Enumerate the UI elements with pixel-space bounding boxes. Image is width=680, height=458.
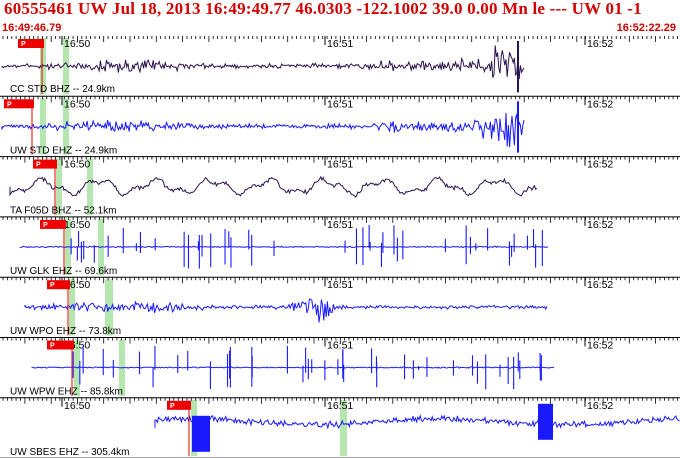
trace-label: UW WPW EHZ -- 85.8km (10, 387, 123, 398)
waveform (154, 414, 680, 430)
minute-label: 16:50 (64, 159, 90, 171)
waveform (24, 298, 548, 323)
trace-panel[interactable]: 16:50 16:51 16:52 P CC STD BHZ -- 24.9km (0, 36, 680, 97)
trace-label: UW SBES EHZ -- 305.4km (10, 447, 129, 458)
minute-label: 16:51 (327, 400, 353, 412)
waveform (1, 45, 525, 80)
minute-label: 16:50 (64, 219, 90, 231)
svg-text:P: P (50, 282, 55, 289)
waveform-burst (538, 403, 553, 440)
seismogram-panel[interactable]: 16:50 16:51 16:52PCC STD BHZ -- 24.9km16:5… (0, 36, 680, 458)
trace-panel[interactable]: 16:50 16:51 16:52 P UW STD EHZ -- 24.9km (0, 96, 680, 158)
waveform (31, 366, 555, 369)
svg-text:P: P (7, 101, 12, 108)
trace-label: UW STD EHZ -- 24.9km (10, 145, 117, 156)
trace-panel[interactable]: 16:50 16:51 16:52 P TA F05D BHZ -- 52.1km (0, 156, 680, 218)
svg-text:P: P (36, 162, 41, 169)
trace-panel[interactable]: 16:50 16:51 16:52 P UW GLK EHZ -- 69.6km (0, 216, 680, 278)
minute-label: 16:52 (587, 340, 613, 352)
minute-label: 16:52 (587, 400, 613, 412)
minute-label: 16:52 (587, 38, 613, 50)
minute-label: 16:51 (327, 340, 353, 352)
minute-label: 16:50 (64, 98, 90, 110)
trace-label: CC STD BHZ -- 24.9km (10, 84, 115, 95)
minute-label: 16:52 (587, 279, 613, 291)
window-end-time: 16:52:22.29 (616, 22, 676, 34)
trace-label: UW GLK EHZ -- 69.6km (10, 266, 117, 277)
event-title: 60555461 UW Jul 18, 2013 16:49:49.77 46.… (4, 0, 642, 18)
minute-label: 16:51 (327, 159, 353, 171)
svg-text:P: P (21, 41, 26, 48)
trace-panel[interactable]: 16:50 16:51 16:52PUW WPW EHZ -- 85.8km (0, 337, 680, 399)
minute-label: 16:51 (327, 219, 353, 231)
trace-label: UW WPO EHZ -- 73.8km (10, 326, 121, 337)
minute-label: 16:51 (327, 98, 353, 110)
trace-panel[interactable]: 16:50 16:51 16:52 P UW SBES EHZ -- 305.4km (0, 397, 680, 458)
waveform (1, 112, 525, 148)
svg-text:P: P (43, 222, 48, 229)
minute-label: 16:52 (587, 219, 613, 231)
trace-label: TA F05D BHZ -- 52.1km (10, 206, 117, 217)
minute-label: 16:51 (327, 38, 353, 50)
window-start-time: 16:49:46.79 (2, 22, 62, 34)
minute-label: 16:51 (327, 279, 353, 291)
minute-label: 16:50 (64, 400, 90, 412)
event-header: 60555461 UW Jul 18, 2013 16:49:49.77 46.… (0, 0, 680, 36)
minute-label: 16:52 (587, 159, 613, 171)
minute-label: 16:50 (64, 38, 90, 50)
minute-label: 16:52 (587, 98, 613, 110)
waveform-burst (192, 415, 210, 452)
svg-text:P: P (170, 403, 175, 410)
p-pick-marker[interactable]: P (167, 400, 191, 457)
trace-panel[interactable]: 16:50 16:51 16:52PUW WPO EHZ -- 73.8km (0, 277, 680, 338)
svg-text:P: P (50, 343, 55, 350)
